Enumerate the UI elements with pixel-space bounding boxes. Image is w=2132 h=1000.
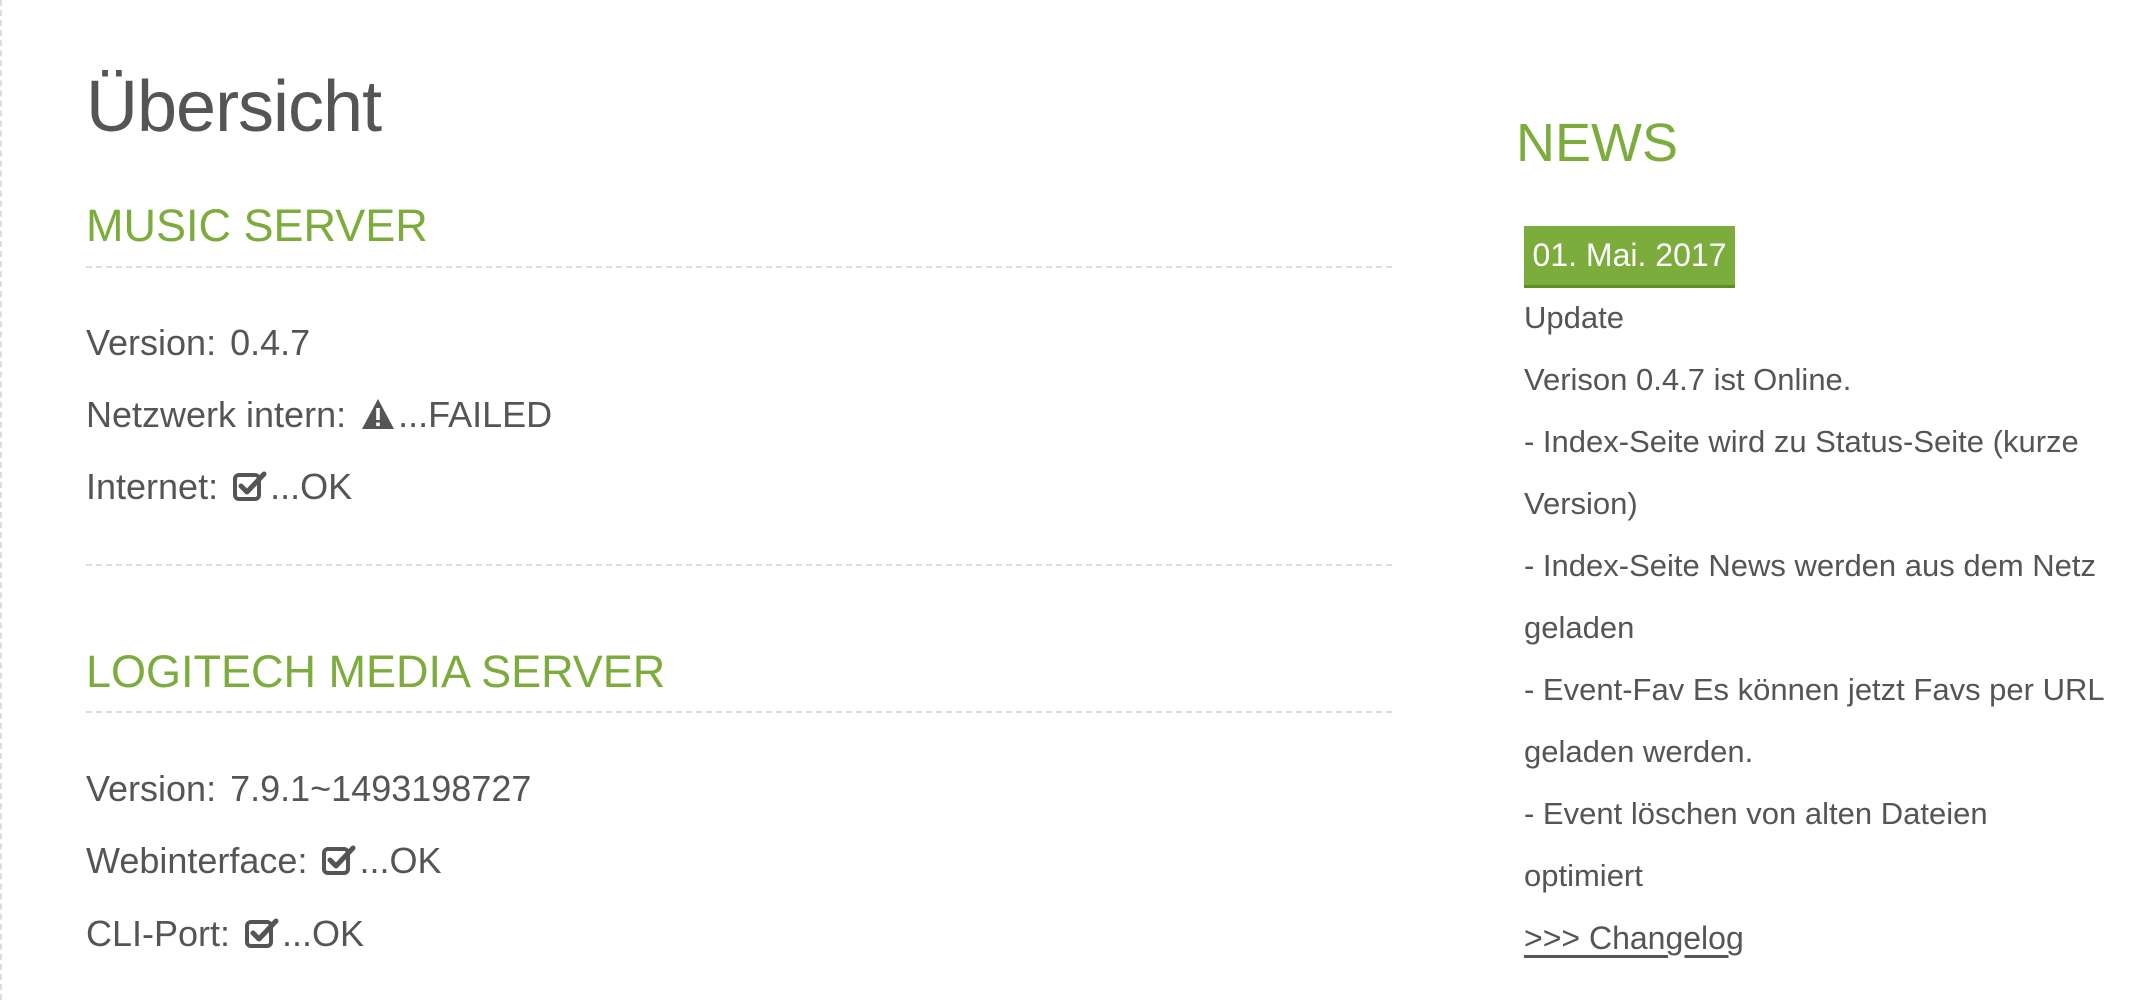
check-square-icon [321, 843, 357, 879]
music-server-internet-label: Internet: [86, 466, 219, 507]
lms-cli-port-label: CLI-Port: [86, 913, 231, 954]
news-line: - Index-Seite News werden aus dem Netz [1524, 548, 2097, 583]
news-line: - Event-Fav Es können jetzt Favs per URL [1524, 672, 2105, 707]
news-line: geladen werden. [1524, 734, 1754, 769]
page-title: Übersicht [86, 67, 382, 147]
logitech-media-server-title: LOGITECH MEDIA SERVER [86, 646, 666, 697]
lms-cli-port-row: CLI-Port: ...OK [86, 913, 364, 955]
music-server-network-status: ...FAILED [398, 394, 553, 435]
music-server-network-row: Netzwerk intern: ...FAILED [86, 394, 552, 436]
news-title: NEWS [1516, 113, 1678, 173]
lms-version-label: Version: [86, 768, 217, 809]
music-server-internet-row: Internet: ...OK [86, 466, 352, 508]
lms-version-value: 7.9.1~1493198727 [230, 768, 532, 809]
music-server-network-label: Netzwerk intern: [86, 394, 347, 435]
news-line: optimiert [1524, 858, 1643, 893]
changelog-link[interactable]: >>> Changelog [1524, 920, 1744, 957]
lms-webinterface-row: Webinterface: ...OK [86, 840, 441, 882]
music-server-divider-top [86, 266, 1392, 268]
music-server-version-row: Version: 0.4.7 [86, 322, 310, 364]
check-square-icon [244, 916, 280, 952]
news-line: Update [1524, 300, 1624, 335]
warning-icon [360, 397, 396, 433]
news-date-badge: 01. Mai. 2017 [1524, 226, 1735, 288]
logitech-media-server-divider [86, 711, 1392, 713]
news-line: - Index-Seite wird zu Status-Seite (kurz… [1524, 424, 2079, 459]
music-server-version-label: Version: [86, 322, 217, 363]
check-square-icon [232, 469, 268, 505]
music-server-title: MUSIC SERVER [86, 200, 428, 251]
lms-webinterface-label: Webinterface: [86, 840, 308, 881]
music-server-internet-status: ...OK [270, 466, 353, 507]
news-line: - Event löschen von alten Dateien [1524, 796, 1988, 831]
lms-webinterface-status: ...OK [359, 840, 442, 881]
lms-version-row: Version: 7.9.1~1493198727 [86, 768, 531, 810]
left-page-border [0, 0, 3, 1000]
music-server-version-value: 0.4.7 [230, 322, 311, 363]
news-line: geladen [1524, 610, 1635, 645]
news-line: Verison 0.4.7 ist Online. [1524, 362, 1852, 397]
news-line: Version) [1524, 486, 1638, 521]
music-server-divider-bottom [86, 564, 1392, 566]
lms-cli-port-status: ...OK [282, 913, 365, 954]
